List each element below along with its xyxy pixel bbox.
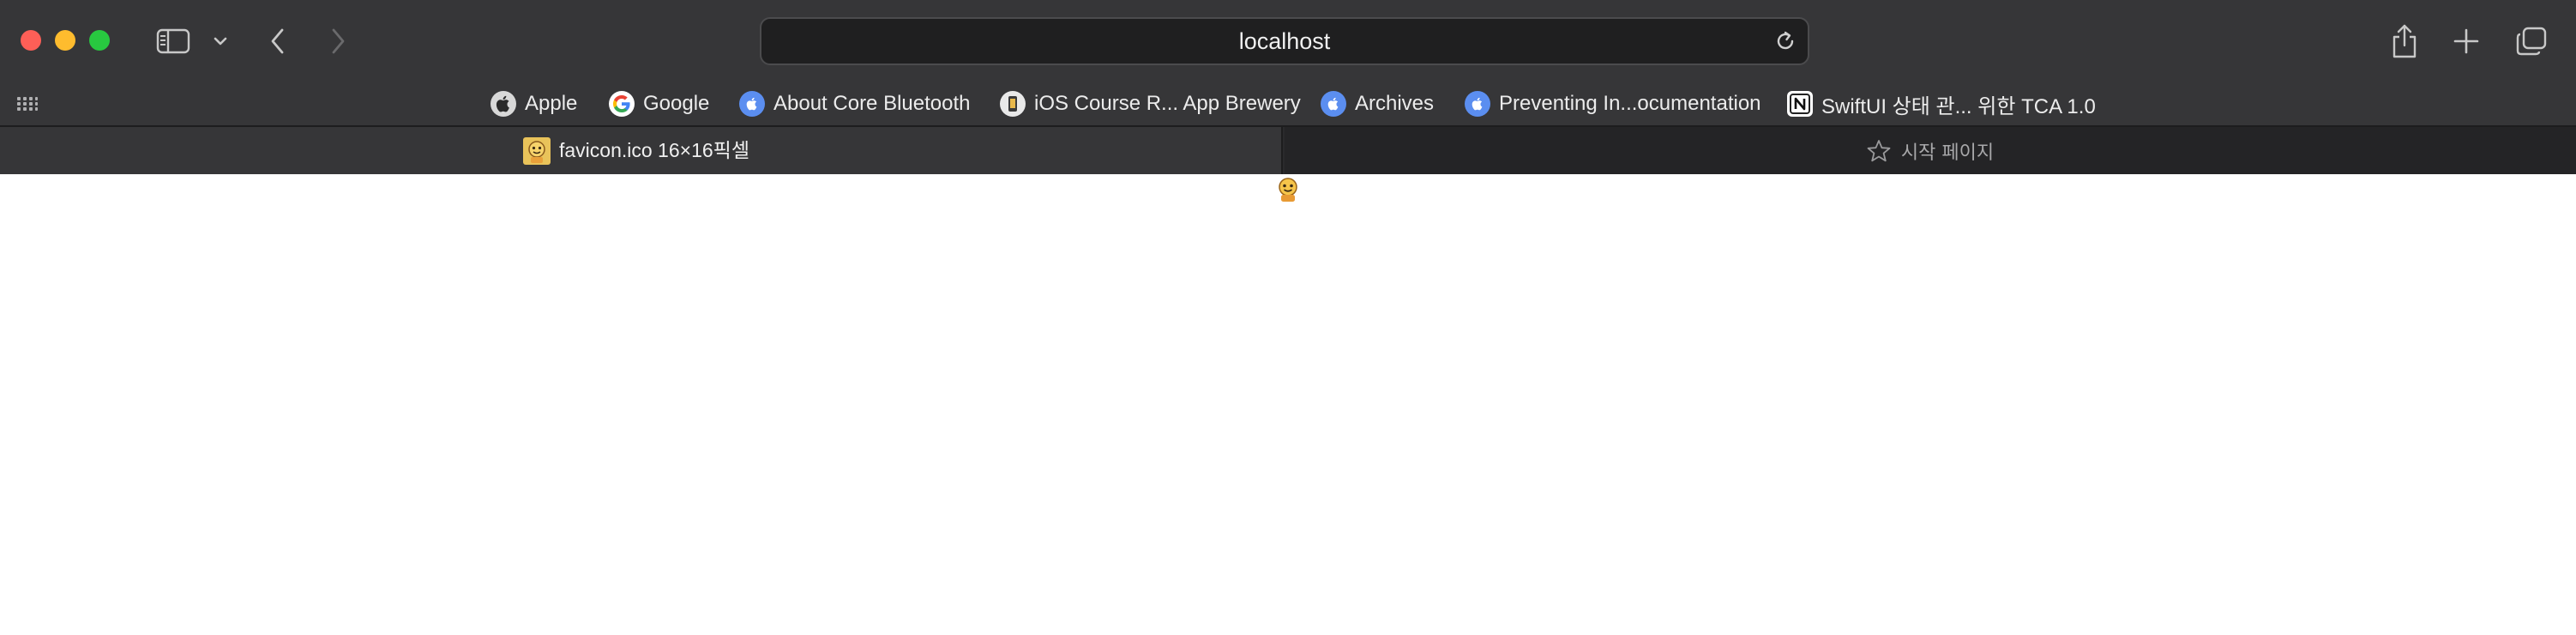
app-brewery-icon bbox=[1000, 91, 1026, 117]
apple-icon bbox=[491, 91, 516, 117]
back-arrow-icon bbox=[271, 28, 284, 54]
favorite-apple[interactable]: Apple bbox=[491, 88, 577, 120]
page-content bbox=[0, 174, 2576, 635]
favorite-label: iOS Course R... App Brewery bbox=[1034, 92, 1301, 115]
tab-content: 시작 페이지 bbox=[1285, 127, 2576, 174]
sidebar-toggle-button[interactable] bbox=[153, 21, 194, 62]
tab-bar: favicon.ico 16×16픽셀 시작 페이지 bbox=[0, 125, 2576, 174]
google-icon bbox=[609, 91, 635, 117]
minimize-window-button[interactable] bbox=[55, 30, 75, 51]
favorites-grid-button[interactable] bbox=[15, 93, 39, 115]
favorite-label: Google bbox=[643, 92, 710, 115]
favorite-label: Preventing In...ocumentation bbox=[1499, 92, 1761, 115]
forward-button[interactable] bbox=[321, 21, 355, 62]
browser-window: localhost Apple Google About Core Blueto… bbox=[0, 0, 2576, 635]
notion-icon bbox=[1787, 91, 1813, 117]
chevron-down-icon bbox=[214, 37, 227, 45]
close-window-button[interactable] bbox=[21, 30, 41, 51]
apple-developer-icon bbox=[739, 91, 765, 117]
favorite-google[interactable]: Google bbox=[609, 88, 709, 120]
tab-favicon[interactable]: favicon.ico 16×16픽셀 bbox=[0, 127, 1283, 174]
favorite-label: About Core Bluetooth bbox=[773, 92, 971, 115]
address-bar[interactable]: localhost bbox=[760, 17, 1809, 65]
reload-button[interactable] bbox=[1772, 27, 1799, 55]
favorite-archives[interactable]: Archives bbox=[1321, 88, 1434, 120]
share-icon bbox=[2392, 24, 2417, 58]
address-text[interactable]: localhost bbox=[761, 19, 1808, 64]
favorite-about-core-bluetooth[interactable]: About Core Bluetooth bbox=[739, 88, 971, 120]
new-tab-button[interactable] bbox=[2446, 21, 2487, 62]
toolbar: localhost bbox=[0, 0, 2576, 82]
reload-icon bbox=[1777, 31, 1794, 50]
favorite-label: SwiftUI 상태 관... 위한 TCA 1.0 bbox=[1821, 94, 2096, 118]
star-icon bbox=[1867, 139, 1891, 161]
favicon-image bbox=[1279, 178, 1297, 202]
grid-icon bbox=[17, 97, 38, 111]
favicon-icon bbox=[523, 137, 551, 165]
tab-title: 시작 페이지 bbox=[1900, 142, 1995, 164]
favorite-label: Archives bbox=[1355, 92, 1435, 115]
plus-icon bbox=[2453, 28, 2479, 54]
favorite-label: Apple bbox=[525, 92, 578, 115]
sidebar-menu-button[interactable] bbox=[206, 21, 235, 62]
tab-start-page[interactable]: 시작 페이지 bbox=[1285, 127, 2576, 174]
apple-developer-icon bbox=[1465, 91, 1490, 117]
favorites-bar: Apple Google About Core Bluetooth iOS Co… bbox=[0, 82, 2576, 125]
share-button[interactable] bbox=[2386, 21, 2423, 62]
tab-title: favicon.ico 16×16픽셀 bbox=[559, 139, 749, 161]
forward-arrow-icon bbox=[332, 28, 345, 54]
favorite-preventing-documentation[interactable]: Preventing In...ocumentation bbox=[1465, 88, 1761, 120]
sidebar-icon bbox=[156, 28, 190, 54]
favorite-ios-course-app-brewery[interactable]: iOS Course R... App Brewery bbox=[1000, 88, 1301, 120]
tab-overview-button[interactable] bbox=[2509, 21, 2554, 62]
maximize-window-button[interactable] bbox=[89, 30, 110, 51]
tabs-overview-icon bbox=[2516, 27, 2547, 56]
back-button[interactable] bbox=[261, 21, 295, 62]
favorite-swiftui-tca[interactable]: SwiftUI 상태 관... 위한 TCA 1.0 bbox=[1787, 88, 2096, 120]
apple-developer-icon bbox=[1321, 91, 1346, 117]
